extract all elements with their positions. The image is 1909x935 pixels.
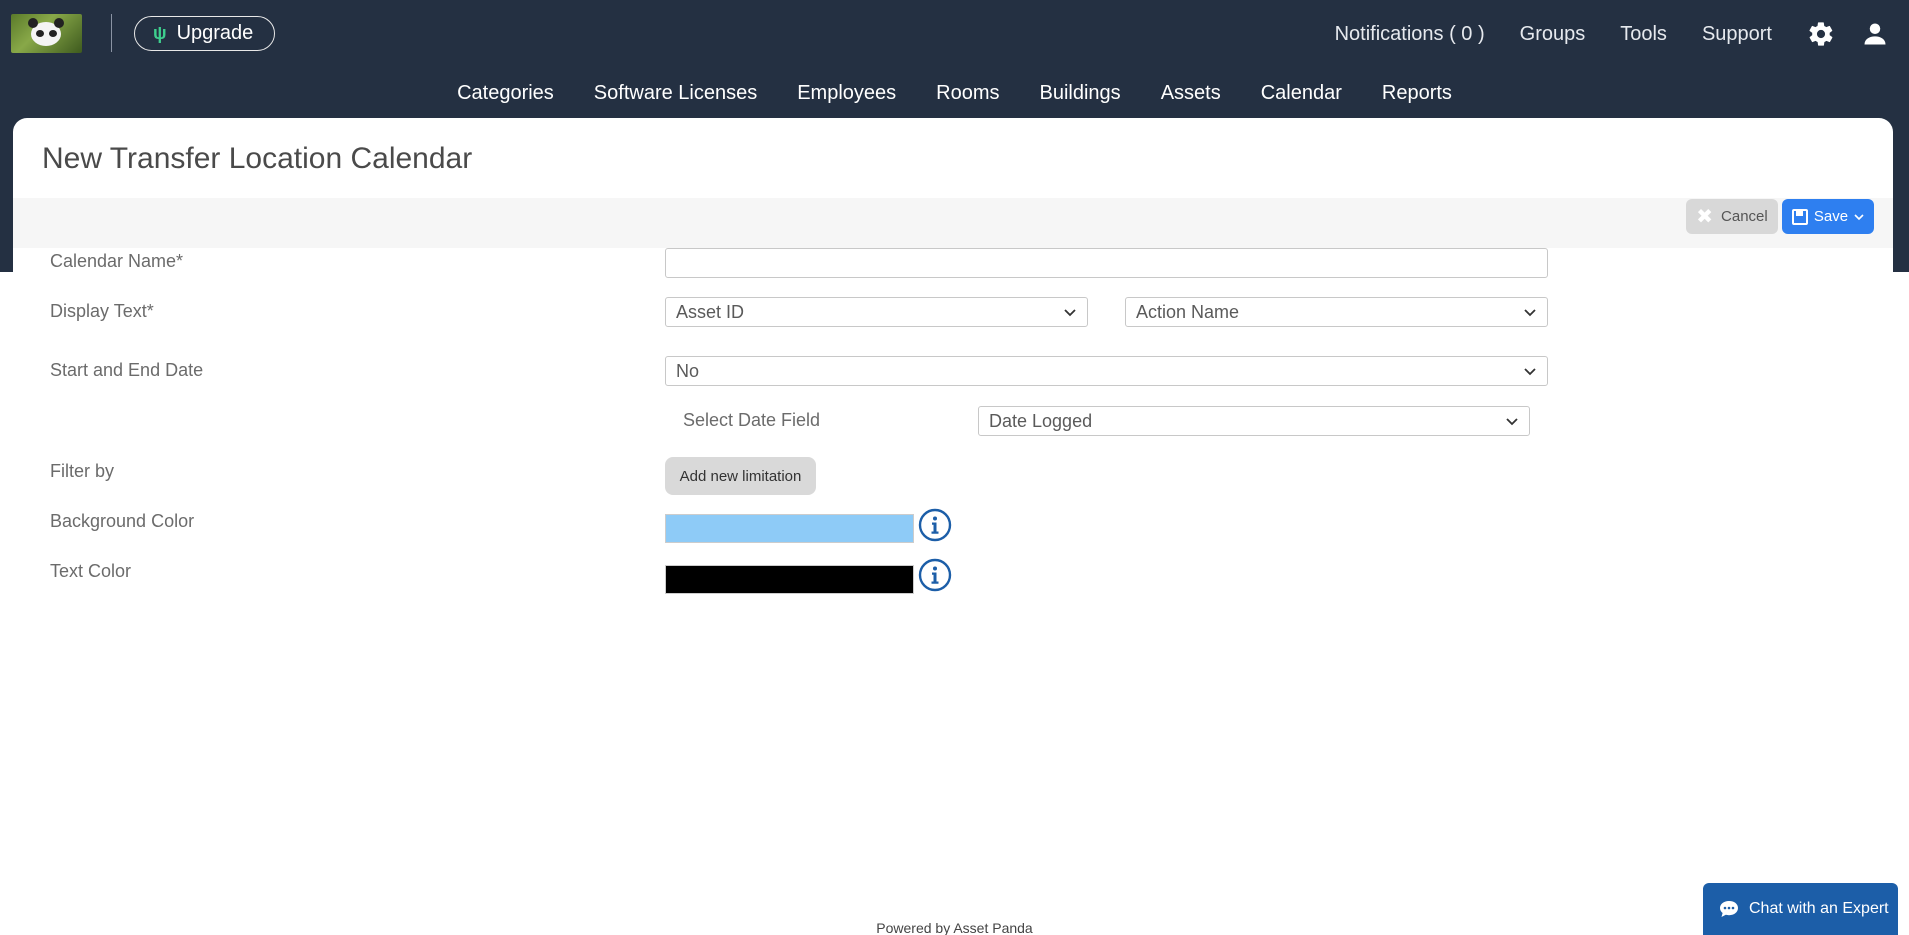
- calendar-name-label: Calendar Name*: [50, 251, 184, 271]
- nav-categories[interactable]: Categories: [457, 82, 554, 106]
- background-color-swatch[interactable]: [665, 514, 914, 543]
- gear-icon[interactable]: [1807, 20, 1835, 48]
- page-title: New Transfer Location Calendar: [42, 142, 473, 175]
- chat-label: Chat with an Expert: [1749, 900, 1889, 917]
- start-end-date-select[interactable]: No: [665, 356, 1548, 386]
- text-color-label: Text Color: [50, 561, 132, 581]
- user-icon[interactable]: [1861, 20, 1889, 48]
- groups-link[interactable]: Groups: [1520, 23, 1586, 46]
- display-text-field-2-select[interactable]: Action Name: [1125, 297, 1548, 327]
- upgrade-label: Upgrade: [176, 22, 254, 44]
- nav-reports[interactable]: Reports: [1382, 82, 1452, 106]
- company-logo[interactable]: [11, 14, 82, 53]
- date-field-value: Date Logged: [989, 410, 1093, 431]
- date-field-label: Select Date Field: [683, 410, 821, 430]
- chevron-down-icon: [1524, 309, 1536, 317]
- chevron-down-icon: [1064, 309, 1076, 317]
- display-text-label: Display Text*: [50, 301, 154, 321]
- nav-employees[interactable]: Employees: [797, 82, 896, 106]
- tools-link[interactable]: Tools: [1620, 23, 1667, 46]
- header-divider: [111, 14, 112, 52]
- powered-by-footer: Powered by Asset Panda: [876, 920, 1033, 935]
- nav-assets[interactable]: Assets: [1161, 82, 1221, 106]
- chevron-down-icon: [1506, 418, 1518, 426]
- nav-software-licenses[interactable]: Software Licenses: [594, 82, 757, 106]
- upgrade-button[interactable]: ψ Upgrade: [134, 16, 275, 51]
- filter-by-label: Filter by: [50, 461, 115, 481]
- nav-buildings[interactable]: Buildings: [1040, 82, 1121, 106]
- floppy-disk-icon: [1791, 208, 1808, 225]
- nav-rooms[interactable]: Rooms: [936, 82, 999, 106]
- background-color-label: Background Color: [50, 511, 195, 531]
- save-label: Save: [1813, 208, 1849, 225]
- cancel-button[interactable]: ✖ Cancel: [1686, 199, 1778, 234]
- info-icon[interactable]: [918, 558, 952, 592]
- support-link[interactable]: Support: [1702, 23, 1772, 46]
- text-color-swatch[interactable]: [665, 565, 914, 594]
- display-text-field-1-select[interactable]: Asset ID: [665, 297, 1088, 327]
- cancel-label: Cancel: [1721, 208, 1768, 225]
- display-text-field-2-value: Action Name: [1136, 301, 1240, 322]
- sprout-icon: ψ: [153, 23, 167, 43]
- notifications-link[interactable]: Notifications ( 0 ): [1335, 23, 1485, 46]
- start-end-date-value: No: [676, 360, 700, 381]
- date-field-select[interactable]: Date Logged: [978, 406, 1530, 436]
- display-text-field-1-value: Asset ID: [676, 301, 745, 322]
- main-nav: Categories Software Licenses Employees R…: [0, 82, 1909, 106]
- calendar-name-input[interactable]: [665, 248, 1548, 278]
- top-nav: Notifications ( 0 ) Groups Tools Support: [1335, 22, 1909, 46]
- chevron-down-icon: [1524, 368, 1536, 376]
- add-limitation-button[interactable]: Add new limitation: [665, 457, 816, 495]
- close-icon: ✖: [1696, 206, 1714, 228]
- start-end-date-label: Start and End Date: [50, 360, 204, 380]
- save-button[interactable]: Save: [1782, 199, 1874, 234]
- info-icon[interactable]: [918, 508, 952, 542]
- nav-calendar[interactable]: Calendar: [1261, 82, 1342, 106]
- action-toolbar: [13, 198, 1893, 248]
- chat-bubble-icon: [1720, 901, 1738, 917]
- chevron-down-icon: [1854, 213, 1864, 220]
